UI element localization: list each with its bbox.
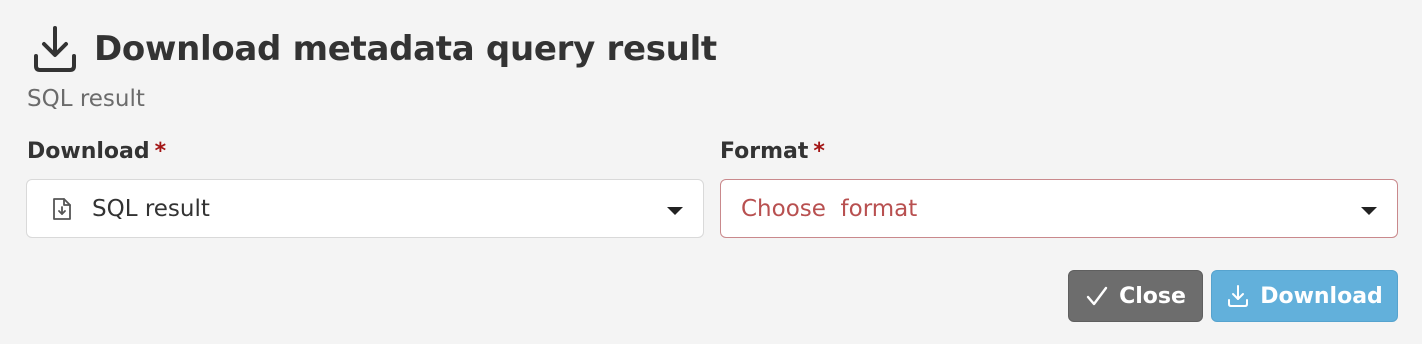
format-select-placeholder: Choose format [741, 196, 918, 222]
close-button-label: Close [1119, 283, 1186, 309]
download-select-value: SQL result [92, 196, 210, 222]
required-marker: * [154, 139, 167, 164]
download-button-label: Download [1260, 283, 1383, 309]
dialog-header: Download metadata query result [32, 24, 717, 74]
download-tray-icon [34, 26, 76, 72]
download-button[interactable]: Download [1211, 270, 1398, 322]
close-button[interactable]: Close [1068, 270, 1203, 322]
download-field-label: Download * [27, 139, 166, 164]
download-icon [1228, 285, 1249, 307]
format-select[interactable]: Choose format [720, 179, 1398, 238]
download-dialog: Download metadata query result SQL resul… [0, 0, 1422, 344]
file-download-icon [53, 198, 71, 220]
format-field-label: Format * [720, 139, 825, 164]
dialog-title: Download metadata query result [94, 29, 717, 69]
format-label-text: Format [720, 139, 809, 164]
download-label-text: Download [27, 139, 150, 164]
check-icon [1086, 286, 1108, 306]
download-select[interactable]: SQL result [26, 179, 704, 238]
chevron-down-icon [667, 207, 683, 215]
chevron-down-icon [1361, 207, 1377, 215]
dialog-subtitle: SQL result [27, 86, 145, 112]
required-marker: * [813, 139, 825, 164]
